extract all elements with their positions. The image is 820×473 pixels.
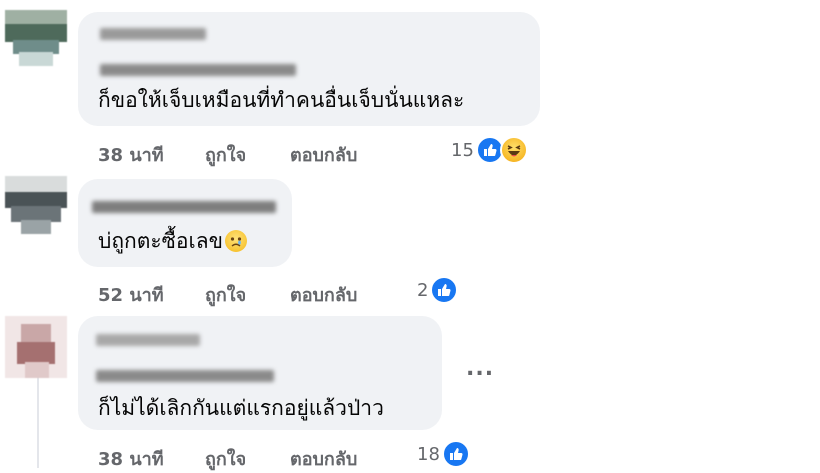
comment-bubble: บ่ถูกตะซื้อเลข [78, 179, 292, 267]
avatar[interactable] [5, 316, 67, 378]
comment-text: ก็ไม่ได้เลิกกันแต่แรกอยู่แล้วป่าว [98, 396, 384, 420]
timestamp[interactable]: 38 นาที [98, 140, 164, 169]
reply-button[interactable]: ตอบกลับ [290, 140, 357, 169]
commenter-subtitle [96, 370, 274, 382]
avatar[interactable] [5, 176, 67, 238]
reply-button[interactable]: ตอบกลับ [290, 280, 357, 309]
commenter-name[interactable] [96, 334, 200, 346]
reaction-summary[interactable]: 18 [417, 438, 470, 470]
reaction-summary[interactable]: 2 [417, 274, 459, 306]
comment-bubble: ก็ไม่ได้เลิกกันแต่แรกอยู่แล้วป่าว [78, 316, 442, 430]
like-button[interactable]: ถูกใจ [205, 444, 246, 473]
commenter-subtitle [100, 64, 296, 76]
like-icon [430, 276, 459, 304]
haha-icon [499, 136, 528, 164]
sad-face-icon [224, 230, 247, 252]
thread-line [37, 376, 39, 468]
reaction-count: 18 [417, 443, 440, 465]
reaction-count: 2 [417, 279, 429, 301]
commenter-name[interactable] [100, 28, 206, 40]
reply-button[interactable]: ตอบกลับ [290, 444, 357, 473]
more-options-button[interactable]: ... [466, 356, 494, 381]
like-button[interactable]: ถูกใจ [205, 280, 246, 309]
commenter-name[interactable] [92, 201, 276, 213]
like-icon [441, 440, 470, 468]
timestamp[interactable]: 52 นาที [98, 280, 164, 309]
comment-text: ก็ขอให้เจ็บเหมือนที่ทำคนอื่นเจ็บนั่นแหละ [98, 88, 465, 112]
comment-bubble: ก็ขอให้เจ็บเหมือนที่ทำคนอื่นเจ็บนั่นแหละ [78, 12, 540, 126]
like-button[interactable]: ถูกใจ [205, 140, 246, 169]
comment-text: บ่ถูกตะซื้อเลข [98, 227, 247, 255]
reaction-count: 15 [451, 139, 474, 161]
timestamp[interactable]: 38 นาที [98, 444, 164, 473]
avatar[interactable] [5, 10, 67, 72]
reaction-summary[interactable]: 15 [451, 134, 528, 166]
